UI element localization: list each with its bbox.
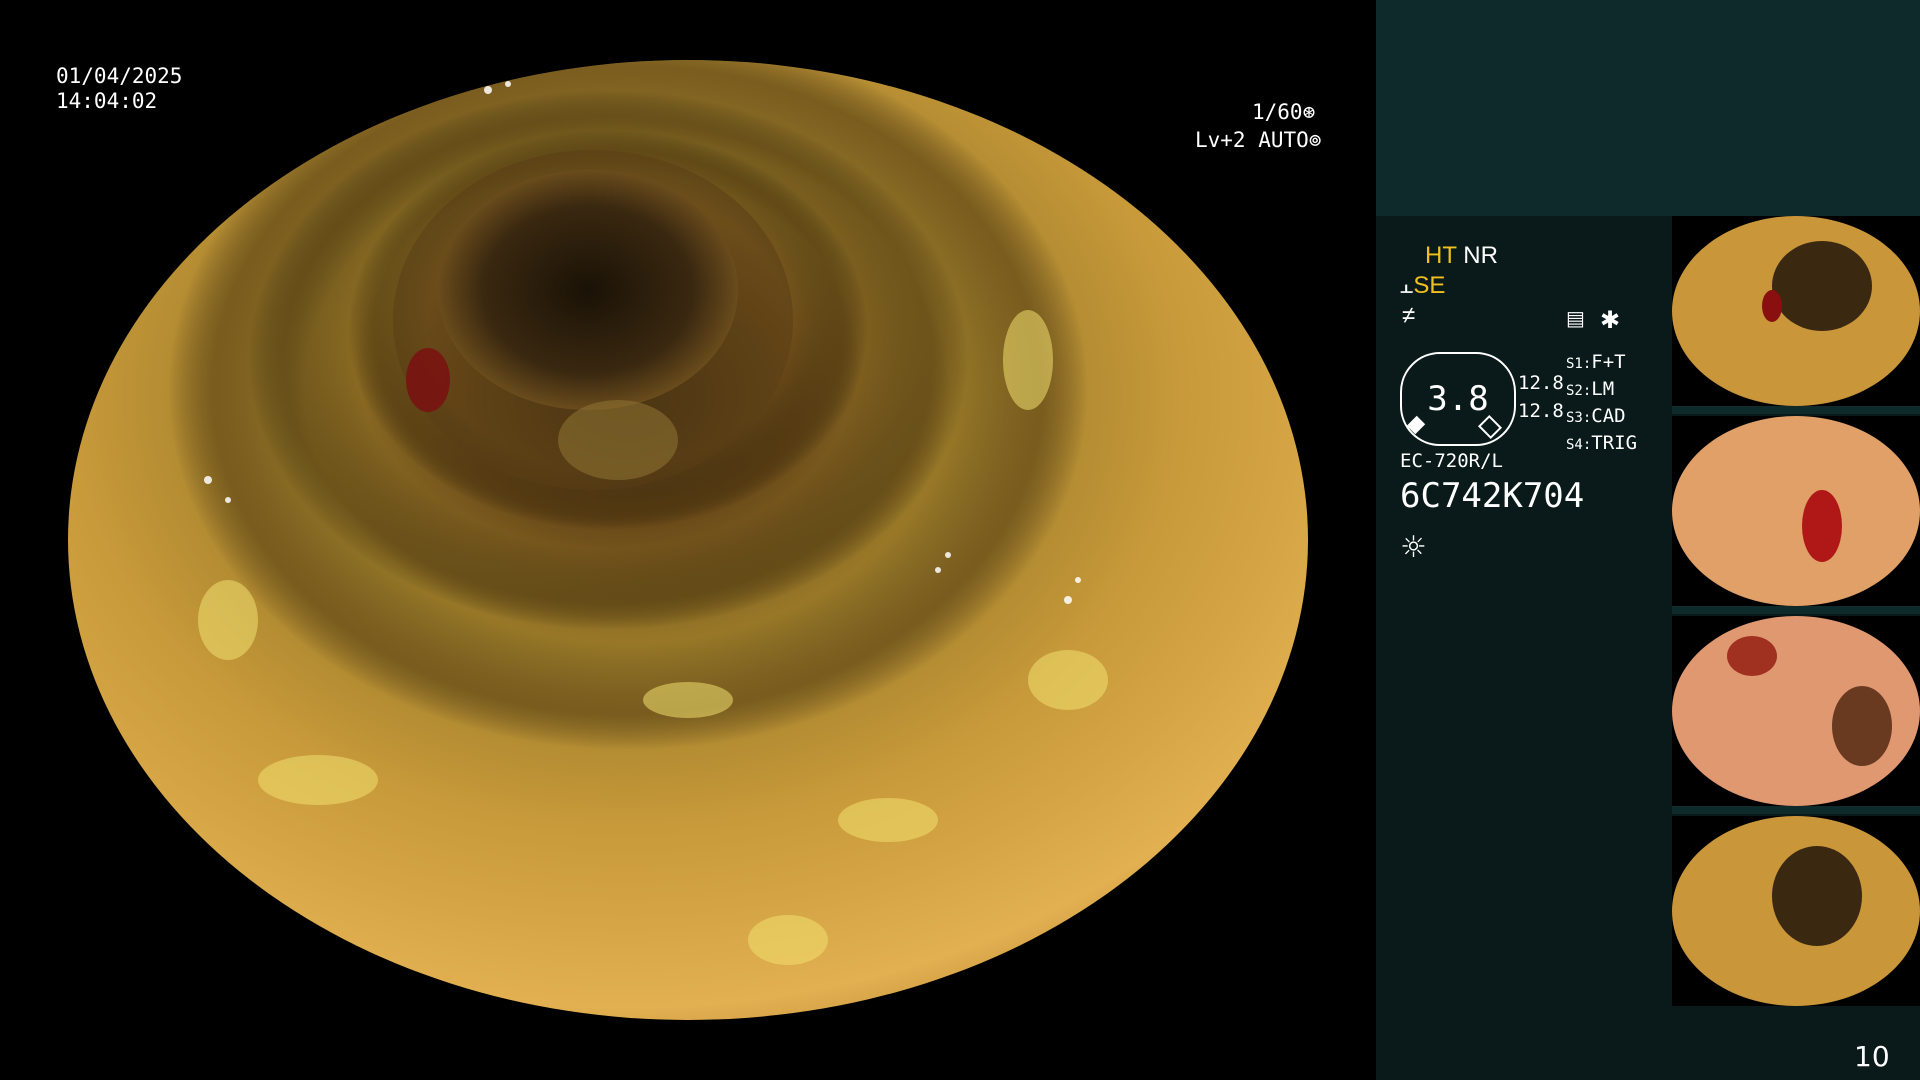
switch-s1: S1:F+T — [1566, 351, 1626, 373]
shutter-speed-value: 1/60 — [1252, 100, 1303, 124]
exam-date: 01/04/2025 — [56, 64, 183, 88]
exposure-level-value: Lv+2 AUTO — [1195, 128, 1309, 152]
exam-time: 14:04:02 — [56, 89, 158, 113]
auto-exposure-icon: ⊚ — [1308, 128, 1322, 152]
switch-list: S1:F+T S2:LM S3:CAD S4:TRIG — [1566, 350, 1637, 458]
switch-s3: S3:CAD — [1566, 405, 1626, 427]
thumbnail-1[interactable] — [1672, 216, 1920, 406]
switch-s4: S4:TRIG — [1566, 432, 1638, 454]
thumbnail-4[interactable] — [1672, 816, 1920, 1006]
light-source-icon: ☼ — [1400, 530, 1427, 565]
shutter-speed: 1/60⊛ — [1252, 100, 1315, 125]
zoom-value-top: 12.8 — [1518, 372, 1564, 394]
switch-s2: S2:LM — [1566, 378, 1615, 400]
page-number: 10 — [1854, 1040, 1890, 1073]
function-icon: ≠ — [1402, 302, 1416, 329]
se-indicator: SE — [1413, 272, 1446, 299]
nr-indicator: NR — [1463, 242, 1498, 269]
thumbnail-divider — [1672, 406, 1920, 414]
thumbnail-divider — [1672, 806, 1920, 814]
endoscope-main-view — [68, 60, 1308, 1020]
record-icon: ▤ — [1566, 308, 1585, 330]
colon-lumen-image — [68, 60, 1308, 1020]
info-panel-header — [1376, 0, 1920, 216]
ht-indicator: HT — [1425, 242, 1457, 269]
mode-indicator-row: HT NR — [1425, 242, 1498, 270]
asterisk-icon: ✱ — [1600, 307, 1621, 334]
structure-enhance-icon: ⫠ — [1400, 273, 1414, 298]
structure-enhance-row: ⫠SE — [1400, 272, 1445, 300]
aperture-icon: ⊛ — [1302, 100, 1316, 124]
scope-model: EC-720R/L — [1400, 450, 1503, 472]
zoom-value-bottom: 12.8 — [1518, 400, 1564, 422]
thumbnail-2[interactable] — [1672, 416, 1920, 606]
thumbnail-3[interactable] — [1672, 616, 1920, 806]
scope-serial: 6C742K704 — [1400, 476, 1585, 516]
exposure-level: Lv+2 AUTO⊚ — [1195, 128, 1321, 153]
thumbnail-divider — [1672, 606, 1920, 614]
